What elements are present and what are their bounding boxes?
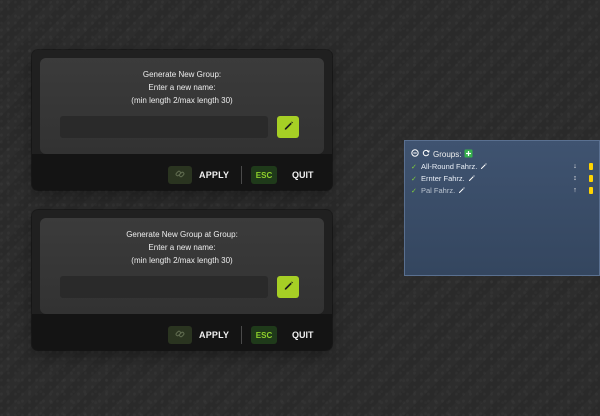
edit-name-button[interactable] xyxy=(277,116,299,138)
move-group-icon[interactable]: ↕ xyxy=(571,175,579,182)
esc-key-badge[interactable]: ESC xyxy=(251,166,277,184)
row-controls: ↕ xyxy=(571,173,593,184)
pencil-icon xyxy=(283,278,294,296)
group-label: Ernter Fahrz. xyxy=(421,174,465,183)
group-color-indicator[interactable] xyxy=(589,163,593,170)
dialog-constraints: (min length 2/max length 30) xyxy=(131,96,233,105)
group-color-indicator[interactable] xyxy=(589,175,593,182)
footer-divider xyxy=(241,166,242,184)
esc-key-badge[interactable]: ESC xyxy=(251,326,277,344)
edit-group-icon[interactable] xyxy=(480,162,488,172)
check-icon: ✓ xyxy=(411,187,417,195)
apply-link-button[interactable] xyxy=(168,326,192,344)
move-group-icon[interactable]: ↓ xyxy=(571,163,579,170)
dialog-message: Generate New Group: Enter a new name: (m… xyxy=(40,68,324,107)
refresh-icon[interactable] xyxy=(422,149,430,159)
dialog-footer: APPLY ESC QUIT xyxy=(32,154,332,190)
dialog-footer: APPLY ESC QUIT xyxy=(32,314,332,350)
apply-button[interactable]: APPLY xyxy=(199,330,229,340)
group-name-input[interactable] xyxy=(60,116,268,138)
groups-panel: Groups: ✓ All-Round Fahrz. ↓ ✓ Ernter Fa… xyxy=(404,140,600,276)
add-green-icon[interactable] xyxy=(464,149,473,160)
group-row[interactable]: ✓ Ernter Fahrz. ↕ xyxy=(411,173,597,184)
new-group-dialog: Generate New Group: Enter a new name: (m… xyxy=(32,50,332,190)
minus-icon[interactable] xyxy=(411,149,419,159)
group-label: Pal Fahrz. xyxy=(421,186,456,195)
group-row[interactable]: ✓ All-Round Fahrz. ↓ xyxy=(411,161,597,172)
edit-name-button[interactable] xyxy=(277,276,299,298)
dialog-body: Generate New Group at Group: Enter a new… xyxy=(40,218,324,314)
group-row[interactable]: ✓ Pal Fahrz. ↑ xyxy=(411,185,597,196)
row-controls: ↑ xyxy=(571,185,593,196)
quit-button[interactable]: QUIT xyxy=(292,170,314,180)
groups-header: Groups: xyxy=(411,148,473,160)
dialog-prompt: Enter a new name: xyxy=(148,83,216,92)
groups-title: Groups: xyxy=(433,149,462,159)
apply-button[interactable]: APPLY xyxy=(199,170,229,180)
dialog-prompt: Enter a new name: xyxy=(148,243,216,252)
check-icon: ✓ xyxy=(411,175,417,183)
link-icon xyxy=(175,326,185,344)
apply-link-button[interactable] xyxy=(168,166,192,184)
group-color-indicator[interactable] xyxy=(589,187,593,194)
edit-group-icon[interactable] xyxy=(458,186,466,196)
footer-divider xyxy=(241,326,242,344)
group-label: All-Round Fahrz. xyxy=(421,162,478,171)
check-icon: ✓ xyxy=(411,163,417,171)
dialog-title: Generate New Group at Group: xyxy=(126,230,238,239)
dialog-body: Generate New Group: Enter a new name: (m… xyxy=(40,58,324,154)
move-group-icon[interactable]: ↑ xyxy=(571,187,579,194)
group-name-input[interactable] xyxy=(60,276,268,298)
row-controls: ↓ xyxy=(571,161,593,172)
quit-button[interactable]: QUIT xyxy=(292,330,314,340)
dialog-title: Generate New Group: xyxy=(142,70,222,79)
new-group-at-group-dialog: Generate New Group at Group: Enter a new… xyxy=(32,210,332,350)
dialog-message: Generate New Group at Group: Enter a new… xyxy=(40,228,324,267)
link-icon xyxy=(175,166,185,184)
pencil-icon xyxy=(283,118,294,136)
dialog-constraints: (min length 2/max length 30) xyxy=(131,256,233,265)
edit-group-icon[interactable] xyxy=(468,174,476,184)
